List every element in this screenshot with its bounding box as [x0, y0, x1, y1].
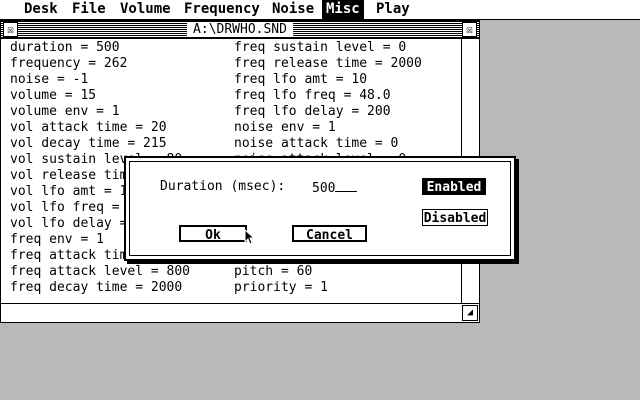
- parameter-line: freq sustain level = 0: [234, 40, 407, 55]
- enabled-button[interactable]: Enabled: [422, 178, 486, 195]
- parameter-line: volume = 15: [10, 88, 97, 103]
- parameter-line: noise attack time = 0: [234, 136, 399, 151]
- menu-noise[interactable]: Noise: [268, 0, 318, 19]
- parameter-line: noise = -1: [10, 72, 89, 87]
- parameter-line: frequency = 262: [10, 56, 128, 71]
- menu-misc[interactable]: Misc: [322, 0, 364, 19]
- full-box-icon[interactable]: ☒: [462, 22, 477, 37]
- parameter-line: vol attack time = 20: [10, 120, 167, 135]
- menu-desk[interactable]: Desk: [20, 0, 62, 19]
- parameter-line: freq lfo delay = 200: [234, 104, 391, 119]
- parameter-line: freq release time = 2000: [234, 56, 422, 71]
- parameter-line: freq lfo amt = 10: [234, 72, 368, 87]
- menu-play[interactable]: Play: [372, 0, 414, 19]
- parameter-line: vol decay time = 215: [10, 136, 167, 151]
- window-title: A:\DRWHO.SND: [187, 22, 293, 37]
- menu-frequency[interactable]: Frequency: [180, 0, 264, 19]
- mouse-pointer-icon: [244, 229, 256, 245]
- duration-label: Duration (msec):: [160, 179, 286, 194]
- menu-volume[interactable]: Volume: [116, 0, 175, 19]
- parameter-line: duration = 500: [10, 40, 120, 55]
- parameter-line: freq attack level = 800: [10, 264, 191, 279]
- horizontal-scrollbar[interactable]: ◢: [1, 303, 479, 322]
- parameter-line: freq lfo freq = 48.0: [234, 88, 391, 103]
- ok-button[interactable]: Ok: [179, 225, 247, 243]
- parameter-line: volume env = 1: [10, 104, 120, 119]
- text-cursor: [335, 179, 358, 192]
- parameter-line: pitch = 60: [234, 264, 313, 279]
- window-title-bar[interactable]: ☒ A:\DRWHO.SND ☒: [1, 21, 479, 39]
- menu-bar: Desk File Volume Frequency Noise Misc Pl…: [0, 0, 640, 20]
- parameter-line: priority = 1: [234, 280, 328, 295]
- disabled-button[interactable]: Disabled: [422, 209, 488, 226]
- duration-value: 500: [312, 181, 336, 196]
- duration-dialog: Duration (msec): 500 Enabled Disabled Ok…: [124, 156, 516, 261]
- menu-file[interactable]: File: [68, 0, 110, 19]
- duration-input[interactable]: 500: [312, 179, 358, 196]
- parameter-line: freq decay time = 2000: [10, 280, 183, 295]
- close-box-icon[interactable]: ☒: [3, 22, 18, 37]
- parameter-line: noise env = 1: [234, 120, 336, 135]
- resize-box-icon[interactable]: ◢: [462, 305, 478, 321]
- cancel-button[interactable]: Cancel: [292, 225, 367, 243]
